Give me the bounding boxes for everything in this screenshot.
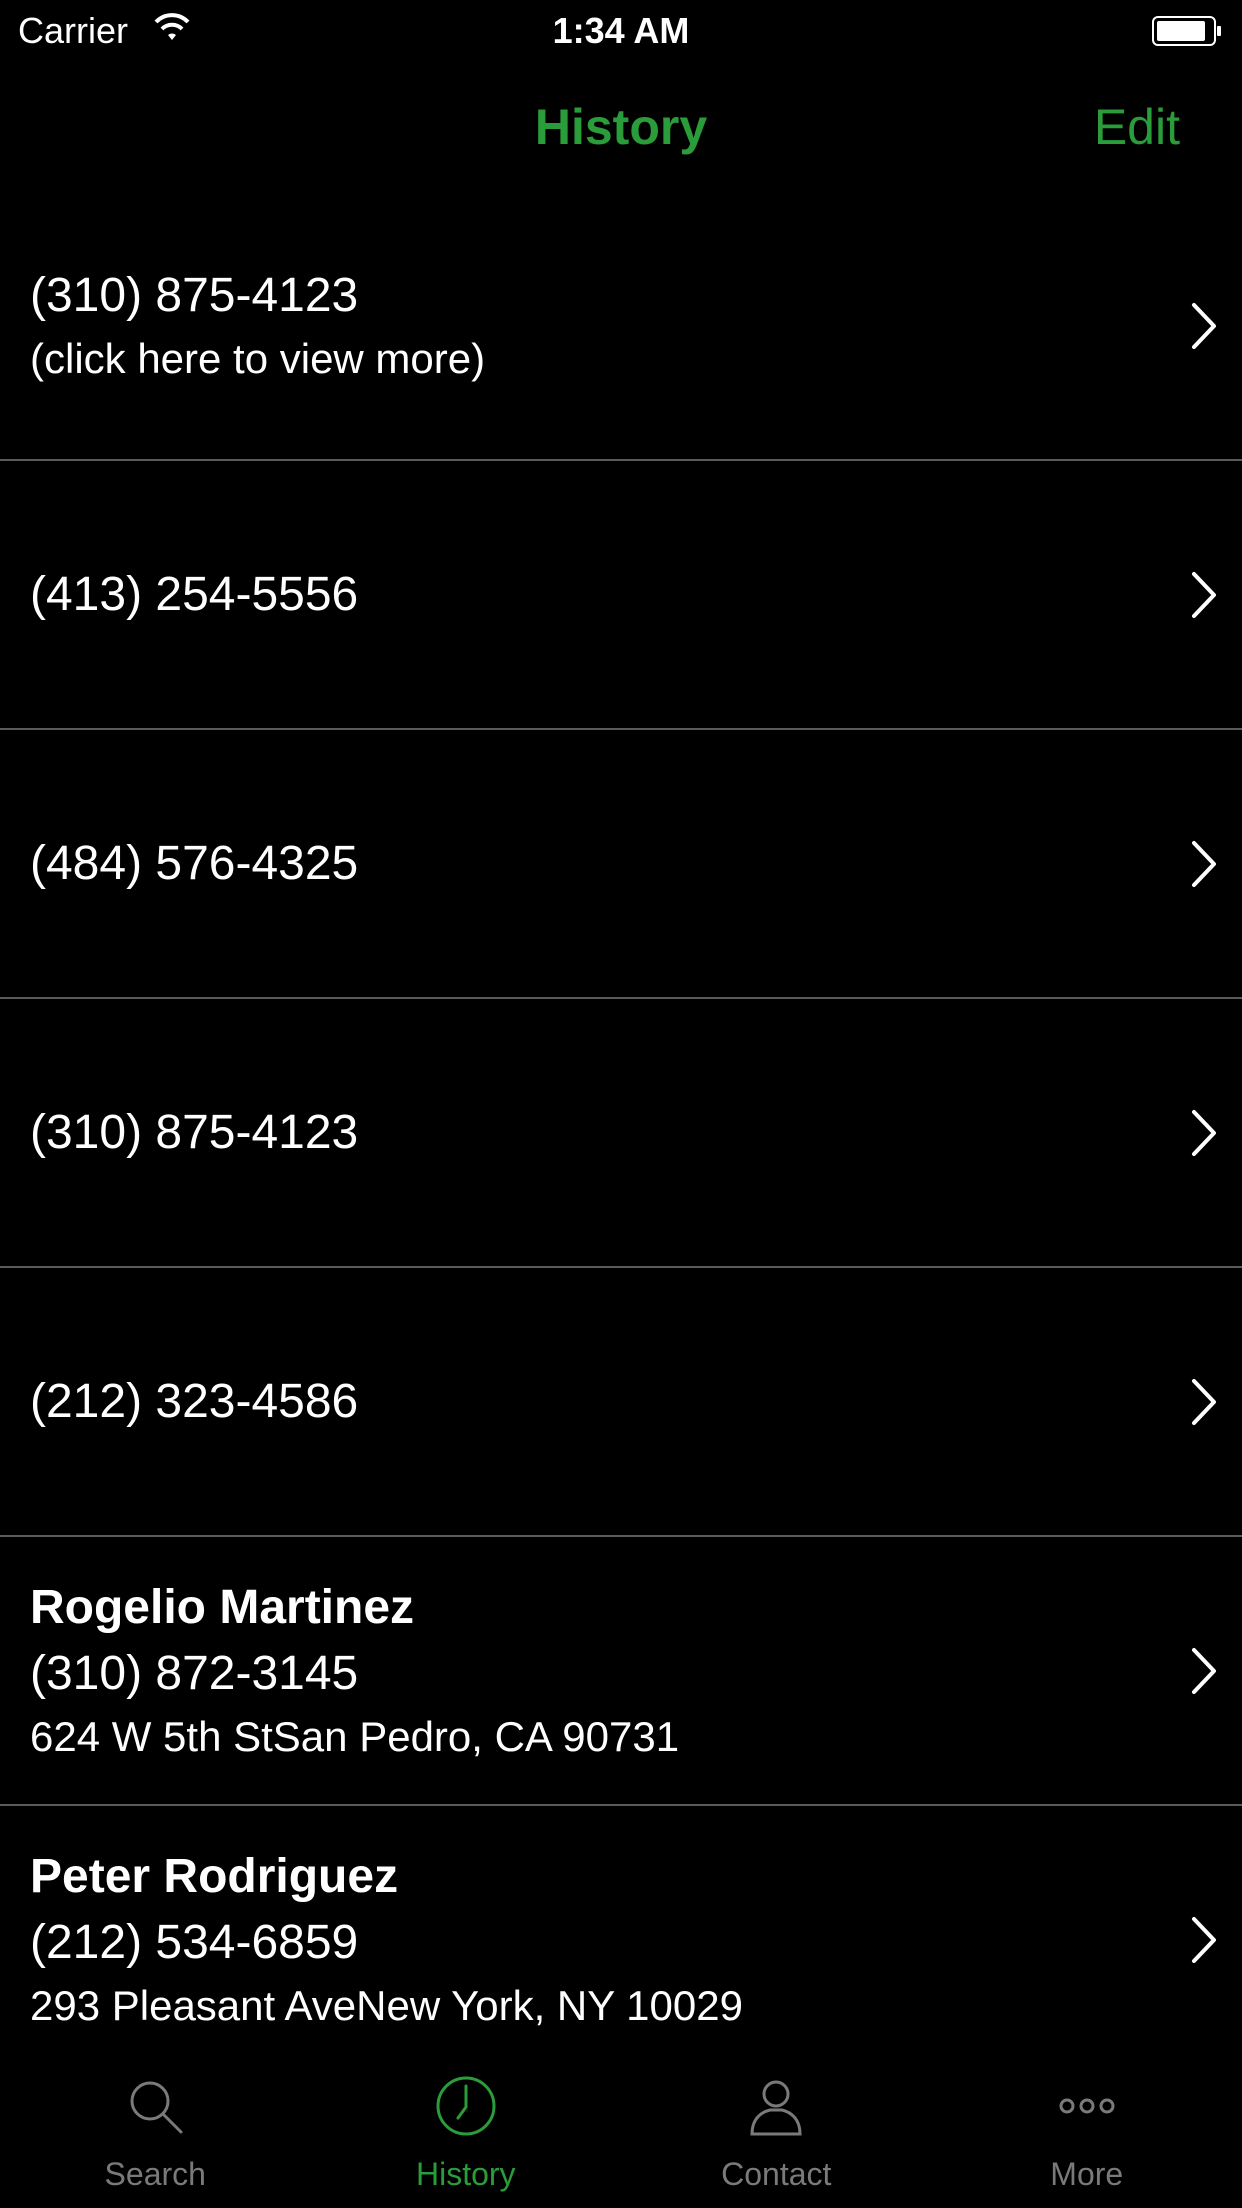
more-dots-icon	[1059, 2098, 1115, 2114]
tab-contact[interactable]: Contact	[621, 2052, 932, 2208]
status-time: 1:34 AM	[552, 10, 690, 51]
tab-more[interactable]: More	[932, 2052, 1242, 2208]
chevron-right-icon	[1192, 1378, 1216, 1425]
history-row[interactable]: (413) 254-5556	[0, 461, 1242, 730]
search-icon	[130, 2081, 183, 2134]
contact-address: 293 Pleasant AveNew York, NY 10029	[30, 1981, 743, 2029]
contact-name: Peter Rodriguez	[30, 1849, 399, 1903]
history-row-text: Rogelio Martinez (310) 872-3145 624 W 5th …	[30, 1537, 1122, 1804]
history-row-text: (484) 576-4325	[30, 730, 1122, 997]
tab-label: Search	[104, 2156, 206, 2192]
tab-label: Contact	[721, 2156, 832, 2192]
chevron-right-icon	[1192, 1916, 1216, 1963]
chevron-right-icon	[1192, 302, 1216, 349]
chevron-right-icon	[1192, 1109, 1216, 1156]
tab-label: More	[1050, 2156, 1124, 2192]
history-row[interactable]: Rogelio Martinez (310) 872-3145 624 W 5th …	[0, 1537, 1242, 1806]
contact-name: Rogelio Martinez	[30, 1580, 415, 1634]
history-row[interactable]: (484) 576-4325	[0, 730, 1242, 999]
battery-icon	[1152, 16, 1221, 46]
tab-bar: Search History Contact More	[0, 2052, 1242, 2208]
edit-button[interactable]: Edit	[1094, 98, 1180, 156]
history-row[interactable]: (310) 875-4123 (click here to view more)	[0, 192, 1242, 461]
history-row[interactable]: (212) 323-4586	[0, 1268, 1242, 1537]
person-icon	[750, 2080, 802, 2136]
page-title: History	[534, 99, 708, 155]
tab-history[interactable]: History	[311, 2052, 622, 2208]
history-row-text: (310) 875-4123	[30, 999, 1122, 1266]
history-row-text: (212) 323-4586	[30, 1268, 1122, 1535]
tab-search[interactable]: Search	[0, 2052, 311, 2208]
history-row-text: (310) 875-4123 (click here to view more)	[30, 192, 1122, 459]
phone-number: (212) 323-4586	[30, 1374, 359, 1428]
tab-label: History	[415, 2156, 516, 2192]
chevron-right-icon	[1192, 840, 1216, 887]
history-row-text: Peter Rodriguez (212) 534-6859 293 Pleasan…	[30, 1806, 1122, 2052]
chevron-right-icon	[1192, 571, 1216, 618]
contact-address: 624 W 5th StSan Pedro, CA 90731	[30, 1712, 680, 1760]
history-row[interactable]: (310) 875-4123	[0, 999, 1242, 1268]
clock-icon	[436, 2076, 496, 2136]
phone-number: (484) 576-4325	[30, 836, 359, 890]
history-row-text: (413) 254-5556	[30, 461, 1122, 728]
chevron-right-icon	[1192, 1647, 1216, 1694]
phone-number: (212) 534-6859	[30, 1915, 359, 1969]
history-list: (310) 875-4123 (click here to view more)(…	[0, 192, 1242, 2052]
phone-number: (310) 872-3145	[30, 1646, 359, 1700]
phone-number: (310) 875-4123	[30, 1105, 359, 1159]
view-more-hint: (click here to view more)	[30, 334, 486, 382]
status-bar: Carrier 1:34 AM	[0, 0, 1242, 62]
phone-number: (413) 254-5556	[30, 567, 359, 621]
history-row[interactable]: Peter Rodriguez (212) 534-6859 293 Pleasan…	[0, 1806, 1242, 2052]
navigation-bar: History Edit	[0, 62, 1242, 192]
phone-number: (310) 875-4123	[30, 268, 359, 322]
